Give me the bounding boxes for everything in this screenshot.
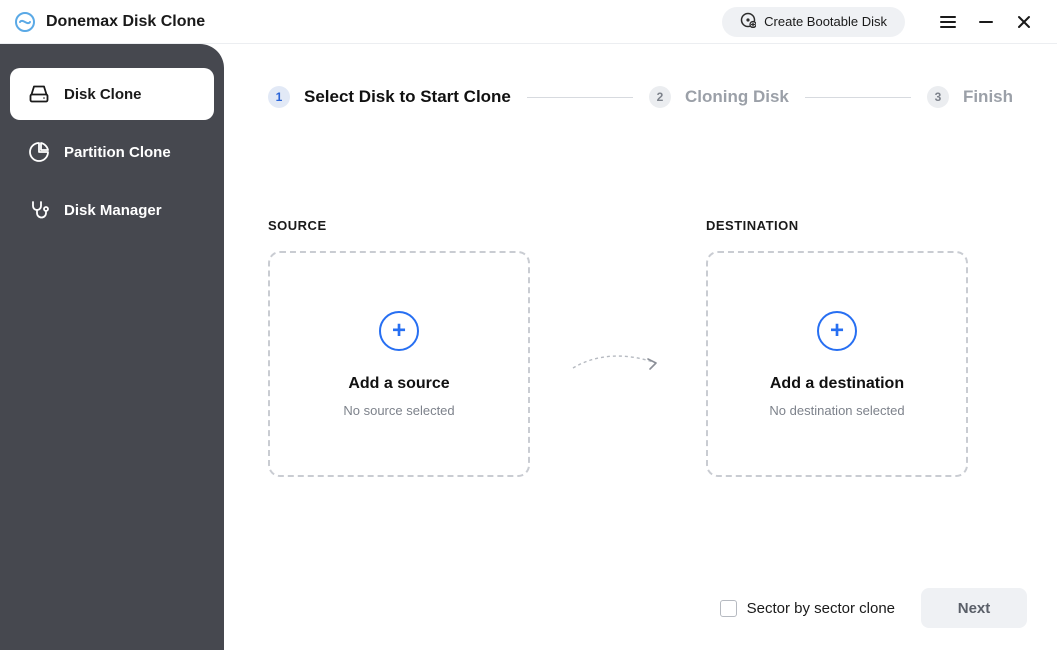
close-icon xyxy=(1017,15,1031,29)
create-bootable-label: Create Bootable Disk xyxy=(764,14,887,29)
destination-column: DESTINATION + Add a destination No desti… xyxy=(706,218,968,477)
stethoscope-icon xyxy=(28,199,50,221)
step-label: Select Disk to Start Clone xyxy=(304,87,511,107)
sidebar-item-disk-manager[interactable]: Disk Manager xyxy=(10,184,214,236)
main-footer: Sector by sector clone Next xyxy=(720,588,1027,628)
source-column: SOURCE + Add a source No source selected xyxy=(268,218,530,477)
hamburger-icon xyxy=(940,15,956,29)
step-connector xyxy=(527,97,633,98)
step-3: 3 Finish xyxy=(927,86,1013,108)
add-destination-button[interactable]: + Add a destination No destination selec… xyxy=(706,251,968,477)
sidebar: Disk Clone Partition Clone Disk Manager xyxy=(0,44,224,650)
sidebar-item-label: Partition Clone xyxy=(64,144,171,161)
step-label: Finish xyxy=(963,87,1013,107)
plus-icon: + xyxy=(817,311,857,351)
add-destination-subtitle: No destination selected xyxy=(769,403,904,418)
sidebar-item-partition-clone[interactable]: Partition Clone xyxy=(10,126,214,178)
step-label: Cloning Disk xyxy=(685,87,789,107)
menu-button[interactable] xyxy=(929,7,967,37)
step-1: 1 Select Disk to Start Clone xyxy=(268,86,511,108)
title-bar: Donemax Disk Clone Create Bootable Disk xyxy=(0,0,1057,44)
app-title: Donemax Disk Clone xyxy=(46,13,205,31)
add-destination-title: Add a destination xyxy=(770,375,904,393)
add-source-title: Add a source xyxy=(348,375,449,393)
destination-section-label: DESTINATION xyxy=(706,218,968,233)
add-source-subtitle: No source selected xyxy=(343,403,454,418)
drop-areas: SOURCE + Add a source No source selected… xyxy=(268,218,1013,477)
app-logo-icon xyxy=(14,11,36,33)
direction-arrow xyxy=(558,250,678,476)
bootable-disk-icon xyxy=(740,12,756,31)
step-2: 2 Cloning Disk xyxy=(649,86,789,108)
sector-checkbox-label: Sector by sector clone xyxy=(747,600,895,617)
disk-icon xyxy=(28,83,50,105)
sector-by-sector-checkbox[interactable]: Sector by sector clone xyxy=(720,600,895,617)
sidebar-item-label: Disk Clone xyxy=(64,86,142,103)
sidebar-item-label: Disk Manager xyxy=(64,202,162,219)
progress-steps: 1 Select Disk to Start Clone 2 Cloning D… xyxy=(268,86,1013,108)
next-button[interactable]: Next xyxy=(921,588,1027,628)
plus-icon: + xyxy=(379,311,419,351)
add-source-button[interactable]: + Add a source No source selected xyxy=(268,251,530,477)
minimize-button[interactable] xyxy=(967,7,1005,37)
next-button-label: Next xyxy=(958,600,991,617)
step-number: 1 xyxy=(268,86,290,108)
close-button[interactable] xyxy=(1005,7,1043,37)
checkbox-box-icon xyxy=(720,600,737,617)
create-bootable-disk-button[interactable]: Create Bootable Disk xyxy=(722,7,905,37)
source-section-label: SOURCE xyxy=(268,218,530,233)
arrow-right-icon xyxy=(568,348,668,378)
pie-icon xyxy=(28,141,50,163)
step-connector xyxy=(805,97,911,98)
main-content: 1 Select Disk to Start Clone 2 Cloning D… xyxy=(224,44,1057,650)
minimize-icon xyxy=(979,15,993,29)
step-number: 2 xyxy=(649,86,671,108)
sidebar-item-disk-clone[interactable]: Disk Clone xyxy=(10,68,214,120)
step-number: 3 xyxy=(927,86,949,108)
